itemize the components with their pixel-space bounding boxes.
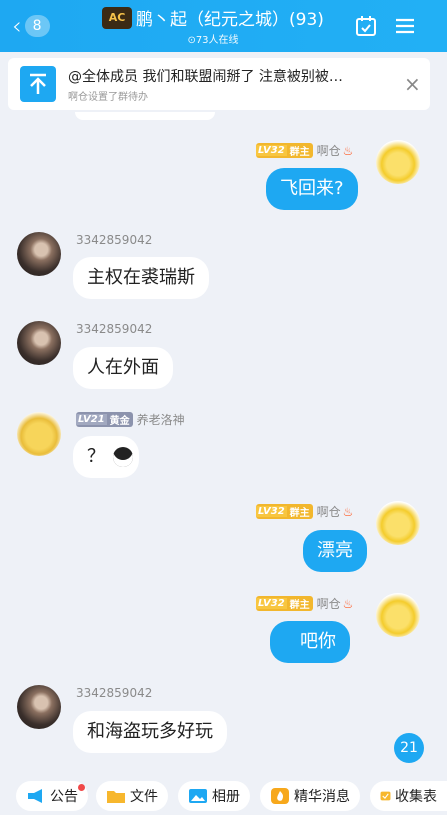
megaphone-icon — [28, 789, 42, 803]
sender-name: 3342859042 — [76, 233, 153, 247]
online-count: ⊙73人在线 — [187, 35, 239, 46]
owner-badge: LV32 群主 — [256, 143, 313, 158]
fire-icon: ♨ — [342, 504, 354, 519]
sender-meta: LV32 群主 啊仓 ♨ — [256, 142, 353, 159]
unread-count-badge[interactable]: 21 — [394, 733, 424, 763]
group-toolbar: 公告 文件 相册 精华消息 收集表 — [0, 776, 447, 815]
group-logo: AC — [102, 6, 133, 29]
sender-meta: LV32 群主 啊仓 ♨ — [256, 503, 353, 520]
sender-name: 啊仓 — [316, 597, 341, 611]
owner-badge: LV32 群主 — [256, 504, 313, 519]
message-bubble[interactable]: 主权在裘瑞斯 — [73, 257, 209, 299]
sender-name: 养老洛神 — [136, 413, 185, 427]
sender-meta: LV21 黄金 养老洛神 — [76, 411, 185, 428]
avatar[interactable] — [17, 321, 61, 365]
avatar[interactable] — [17, 685, 61, 729]
chat-header: ‹ 8 AC 鹏丶起（纪元之城）(93) ⊙73人在线 — [0, 0, 447, 52]
red-dot-badge — [78, 784, 85, 791]
pinned-notice[interactable]: @全体成员 我们和联盟闹掰了 注意被别被… 啊仓设置了群待办 × — [8, 58, 430, 110]
photo-album-icon — [189, 789, 207, 803]
avatar[interactable] — [17, 412, 61, 456]
menu-icon[interactable] — [393, 14, 417, 38]
announcement-chip[interactable]: 公告 — [16, 781, 88, 811]
sender-meta: LV32 群主 啊仓 ♨ — [256, 595, 353, 612]
collect-form-chip[interactable]: 收集表 — [370, 781, 447, 811]
essence-chip[interactable]: 精华消息 — [260, 781, 360, 811]
avatar[interactable] — [376, 140, 420, 184]
owner-badge: LV32 群主 — [256, 596, 313, 611]
sender-name: 啊仓 — [316, 505, 341, 519]
gold-badge: LV21 黄金 — [76, 412, 133, 427]
sender-name: 3342859042 — [76, 322, 153, 336]
chevron-left-icon: ‹ — [12, 12, 22, 40]
message-bubble[interactable]: ？ — [73, 436, 139, 478]
pin-top-icon — [20, 66, 56, 102]
message-bubble[interactable]: 飞回来? — [266, 168, 358, 210]
notice-text: @全体成员 我们和联盟闹掰了 注意被别被… — [68, 69, 343, 85]
message-bubble[interactable]: 人在外面 — [73, 347, 173, 389]
flame-icon — [271, 788, 289, 804]
message-bubble[interactable]: 吧你 — [270, 621, 350, 663]
notice-subtext: 啊仓设置了群待办 — [68, 92, 148, 103]
checkbox-form-icon — [380, 791, 391, 801]
avatar[interactable] — [17, 232, 61, 276]
folder-icon — [107, 791, 125, 803]
back-button[interactable]: ‹ 8 — [12, 12, 50, 40]
penguin-emoji-icon — [113, 447, 133, 467]
unread-back-count: 8 — [24, 15, 50, 37]
avatar[interactable] — [376, 593, 420, 637]
fire-icon: ♨ — [342, 143, 354, 158]
message-bubble[interactable]: 漂亮 — [303, 530, 367, 572]
sender-name: 3342859042 — [76, 686, 153, 700]
album-chip[interactable]: 相册 — [178, 781, 250, 811]
message-bubble[interactable]: 和海盗玩多好玩 — [73, 711, 227, 753]
group-title-area[interactable]: AC 鹏丶起（纪元之城）(93) ⊙73人在线 — [88, 5, 338, 46]
close-icon[interactable]: × — [404, 72, 421, 96]
fire-icon: ♨ — [342, 596, 354, 611]
calendar-check-icon[interactable] — [354, 14, 378, 38]
partial-bubble — [75, 112, 215, 120]
files-chip[interactable]: 文件 — [96, 781, 168, 811]
sender-name: 啊仓 — [316, 144, 341, 158]
group-title: 鹏丶起（纪元之城）(93) — [136, 10, 324, 30]
avatar[interactable] — [376, 501, 420, 545]
